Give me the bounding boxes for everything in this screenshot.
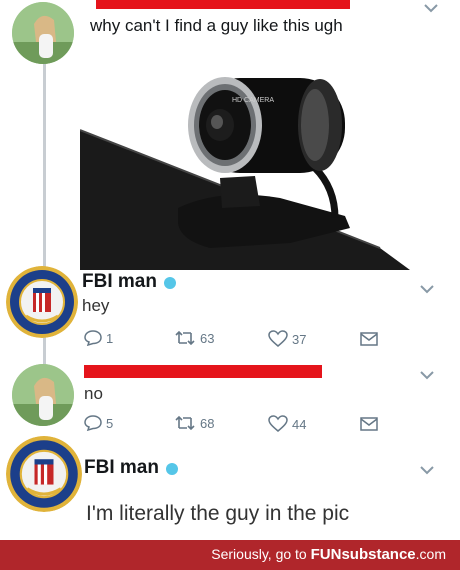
tweet-text: why can't I find a guy like this ugh: [90, 16, 343, 35]
reply-action[interactable]: 1: [84, 330, 113, 346]
chevron-down-icon[interactable]: [420, 462, 436, 475]
heart-icon: [268, 330, 288, 347]
watermark-text: Seriously, go to FUNsubstance.com: [211, 546, 446, 563]
webcam-image: HD CAMERA: [80, 77, 410, 270]
avatar-photo-icon: [12, 2, 74, 64]
redacted-username: [96, 0, 350, 9]
fbi-seal-icon: [6, 436, 82, 512]
tweet-text: no: [84, 384, 103, 403]
avatar-fbi-seal[interactable]: [6, 436, 82, 512]
fbi-seal-icon: [6, 266, 78, 338]
reply-icon: [84, 330, 102, 346]
message-action[interactable]: [360, 416, 378, 432]
thread-line: [43, 60, 46, 268]
avatar-photo-icon: [12, 364, 74, 426]
avatar[interactable]: [12, 364, 74, 426]
envelope-icon: [360, 417, 378, 431]
retweet-icon: [175, 330, 195, 346]
avatar-fbi-seal[interactable]: [6, 266, 78, 338]
tweet-text: hey: [82, 296, 110, 315]
reply-icon: [84, 415, 102, 431]
verified-badge-icon: [164, 277, 176, 289]
message-action[interactable]: [360, 331, 378, 347]
retweet-action[interactable]: 63: [174, 330, 214, 346]
chevron-down-icon[interactable]: [424, 0, 440, 13]
redacted-username: [84, 365, 322, 378]
watermark-brand: FUNsubstance: [310, 546, 416, 563]
retweet-action[interactable]: 68: [174, 415, 214, 431]
reply-count: 5: [106, 415, 114, 431]
watermark-suffix: .com: [415, 546, 446, 562]
display-name[interactable]: FBI man: [84, 457, 159, 479]
like-count: 37: [292, 331, 307, 347]
webcam-brand-label: HD CAMERA: [232, 97, 274, 104]
reply-count: 1: [106, 330, 114, 346]
like-count: 44: [292, 416, 307, 432]
chevron-down-icon[interactable]: [420, 367, 436, 380]
avatar[interactable]: [12, 2, 74, 64]
retweet-icon: [175, 415, 195, 431]
watermark-prefix: Seriously, go to: [211, 546, 311, 562]
watermark-footer: Seriously, go to FUNsubstance.com: [0, 540, 460, 570]
heart-icon: [268, 415, 288, 432]
tweet-image[interactable]: HD CAMERA: [80, 48, 460, 270]
chevron-down-icon[interactable]: [420, 281, 436, 294]
like-action[interactable]: 37: [268, 330, 306, 348]
like-action[interactable]: 44: [268, 415, 306, 433]
retweet-count: 68: [200, 415, 215, 431]
verified-badge-icon: [166, 463, 178, 475]
display-name[interactable]: FBI man: [82, 271, 157, 293]
tweet-text: I'm literally the guy in the pic: [86, 502, 350, 525]
envelope-icon: [360, 332, 378, 346]
retweet-count: 63: [200, 330, 215, 346]
reply-action[interactable]: 5: [84, 415, 113, 431]
